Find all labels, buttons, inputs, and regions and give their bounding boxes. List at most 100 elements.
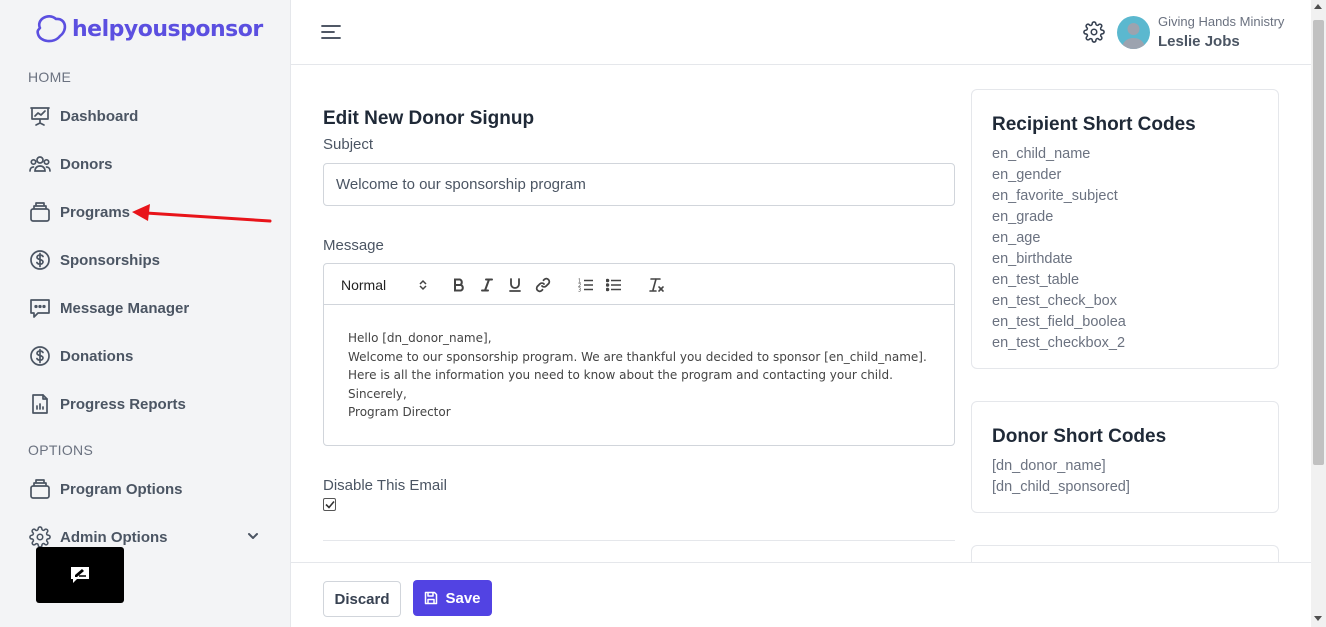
donor-short-codes-panel: Donor Short Codes [dn_donor_name] [dn_ch…	[971, 401, 1279, 513]
sidebar-item-progress-reports[interactable]: Progress Reports	[28, 388, 268, 420]
feedback-chat-widget[interactable]	[36, 547, 124, 603]
sidebar-item-label: Donors	[60, 155, 113, 173]
chat-edit-icon	[71, 567, 89, 583]
sidebar-item-label: Message Manager	[60, 299, 190, 317]
clear-format-icon	[649, 278, 664, 292]
form-divider	[323, 540, 955, 541]
checkmark-icon	[324, 500, 335, 509]
save-icon	[425, 591, 438, 605]
save-button[interactable]: Save	[413, 580, 492, 616]
users-group-icon	[28, 152, 52, 176]
save-button-label: Save	[445, 589, 481, 607]
page-title: Edit New Donor Signup	[323, 108, 535, 129]
menu-toggle-icon[interactable]	[321, 22, 341, 42]
message-body[interactable]: Hello [dn_donor_name], Welcome to our sp…	[324, 305, 954, 446]
sidebar-item-dashboard[interactable]: Dashboard	[28, 100, 268, 132]
logo-text: helpyousponsor	[72, 16, 263, 42]
list-item: en_favorite_subject	[992, 188, 1118, 204]
ordered-list-button[interactable]: 123	[575, 274, 597, 296]
page-scrollbar[interactable]	[1311, 0, 1326, 627]
sidebar-item-message-manager[interactable]: Message Manager	[28, 292, 268, 324]
recipient-codes-list: en_child_name en_gender en_favorite_subj…	[992, 144, 1278, 354]
donor-codes-list: [dn_donor_name] [dn_child_sponsored]	[992, 456, 1278, 498]
message-line: Welcome to our sponsorship program. We a…	[348, 349, 927, 364]
disable-email-label: Disable This Email	[323, 477, 447, 494]
format-select[interactable]: Normal	[341, 275, 427, 295]
dollar-circle-icon	[28, 248, 52, 272]
sidebar-item-donations[interactable]: Donations	[28, 340, 268, 372]
briefcase-icon	[28, 200, 52, 224]
clear-format-button[interactable]	[646, 274, 668, 296]
sidebar-item-label: Progress Reports	[60, 395, 186, 413]
top-header: Giving Hands Ministry Leslie Jobs	[291, 0, 1311, 65]
bullet-list-icon	[606, 278, 621, 292]
subject-input[interactable]	[323, 163, 955, 206]
list-item: en_test_checkbox_2	[992, 335, 1126, 351]
section-label-home: HOME	[28, 69, 72, 85]
list-item: en_birthdate	[992, 251, 1073, 267]
ordered-list-icon: 123	[578, 279, 593, 292]
message-line: Here is all the information you need to …	[348, 368, 893, 382]
list-item: en_child_name	[992, 146, 1091, 162]
scroll-up-arrow-icon[interactable]	[1314, 4, 1322, 9]
list-item: en_age	[992, 230, 1041, 246]
bold-button[interactable]	[448, 274, 470, 296]
sidebar-item-program-options[interactable]: Program Options	[28, 473, 268, 505]
settings-gear-icon[interactable]	[1083, 21, 1105, 43]
chat-bubble-icon	[28, 296, 52, 320]
sidebar-item-label: Dashboard	[60, 107, 139, 125]
message-line: Program Director	[348, 405, 451, 419]
briefcase-icon	[28, 477, 52, 501]
user-name[interactable]: Leslie Jobs	[1158, 33, 1240, 50]
chevron-down-icon[interactable]	[246, 529, 260, 548]
message-line: Hello [dn_donor_name],	[348, 331, 492, 345]
section-label-options: OPTIONS	[28, 442, 94, 458]
format-select-value: Normal	[341, 277, 387, 293]
list-item: [dn_donor_name]	[992, 458, 1106, 474]
recipient-short-codes-panel: Recipient Short Codes en_child_name en_g…	[971, 89, 1279, 369]
form-action-bar: Discard Save	[291, 562, 1311, 627]
avatar[interactable]	[1117, 16, 1150, 49]
sidebar: helpyousponsor HOME Dashboard Donors Pro…	[0, 0, 291, 627]
disable-email-checkbox[interactable]	[323, 498, 336, 511]
underline-button[interactable]	[504, 274, 526, 296]
list-item: en_test_field_boolea	[992, 314, 1126, 330]
subject-label: Subject	[323, 136, 374, 153]
sidebar-item-label: Donations	[60, 347, 134, 365]
message-editor[interactable]: Normal 123 Hello [dn_donor_name], Welcom…	[323, 263, 955, 446]
scrollbar-thumb[interactable]	[1313, 20, 1324, 465]
presentation-chart-icon	[28, 104, 52, 128]
message-line: Sincerely,	[348, 386, 407, 401]
sidebar-item-donors[interactable]: Donors	[28, 148, 268, 180]
list-item: en_gender	[992, 167, 1062, 183]
sidebar-item-label: Sponsorships	[60, 251, 161, 269]
organization-name: Giving Hands Ministry	[1158, 14, 1285, 29]
logo-icon	[36, 15, 67, 43]
scroll-down-arrow-icon[interactable]	[1314, 616, 1322, 621]
list-item: en_test_check_box	[992, 293, 1117, 309]
donor-codes-title: Donor Short Codes	[992, 426, 1167, 447]
app-logo[interactable]: helpyousponsor	[34, 14, 263, 44]
list-item: [dn_child_sponsored]	[992, 479, 1130, 495]
sidebar-item-label: Program Options	[60, 480, 183, 498]
bullet-list-button[interactable]	[603, 274, 625, 296]
underline-icon	[509, 278, 521, 292]
select-arrows-icon	[419, 279, 427, 291]
sidebar-item-label: Programs	[60, 203, 131, 221]
list-item: en_test_table	[992, 272, 1080, 288]
editor-toolbar: Normal 123	[324, 264, 954, 305]
recipient-codes-title: Recipient Short Codes	[992, 114, 1196, 135]
italic-button[interactable]	[476, 274, 498, 296]
user-avatar-icon	[1122, 23, 1145, 49]
sidebar-item-label: Admin Options	[60, 528, 168, 546]
discard-button[interactable]: Discard	[323, 581, 401, 617]
sidebar-item-sponsorships[interactable]: Sponsorships	[28, 244, 268, 276]
italic-icon	[481, 278, 493, 292]
link-button[interactable]	[532, 274, 554, 296]
dollar-circle-icon	[28, 344, 52, 368]
link-icon	[535, 277, 551, 293]
bold-icon	[454, 278, 464, 292]
document-chart-icon	[28, 392, 52, 416]
list-item: en_grade	[992, 209, 1054, 225]
annotation-arrow	[132, 204, 272, 223]
